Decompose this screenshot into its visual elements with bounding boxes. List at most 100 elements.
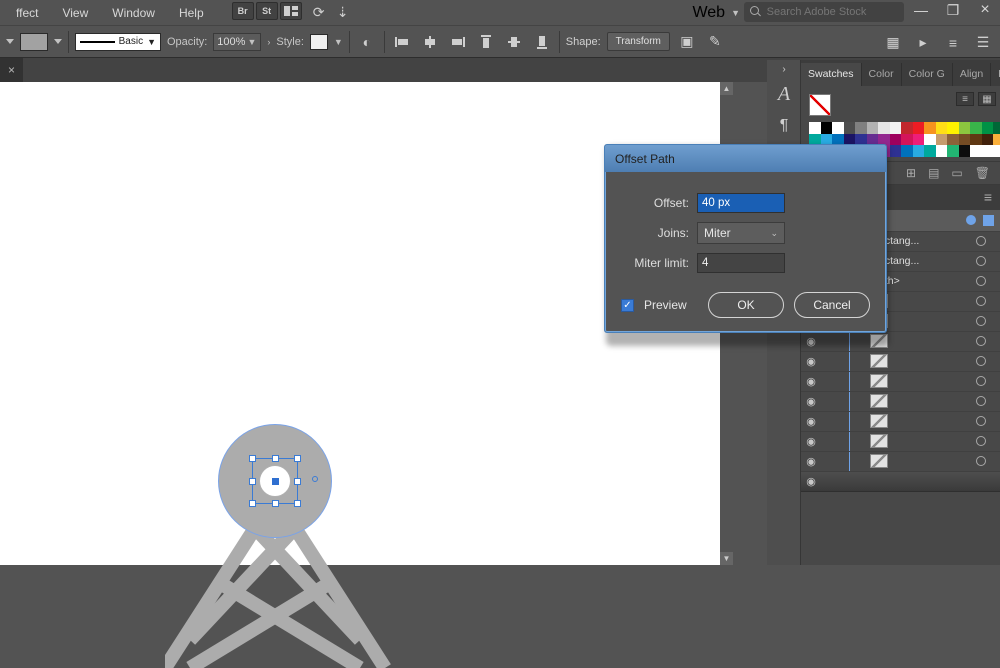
- joins-select[interactable]: Miter ⌄: [697, 222, 785, 244]
- character-panel-icon[interactable]: A: [767, 78, 801, 110]
- dialog-titlebar[interactable]: Offset Path: [605, 145, 886, 172]
- align-right-icon[interactable]: [447, 31, 469, 53]
- swatch-cell[interactable]: [890, 122, 902, 134]
- swatch-cell[interactable]: [993, 145, 1000, 157]
- swatch-options-icon[interactable]: ▤: [928, 166, 939, 180]
- list-view-icon[interactable]: ≡: [956, 92, 974, 106]
- tab-pathfinder[interactable]: Pathfin: [991, 63, 1000, 86]
- visibility-icon[interactable]: [801, 455, 821, 468]
- menu-help[interactable]: Help: [167, 2, 216, 24]
- swatch-cell[interactable]: [982, 122, 994, 134]
- recolor-icon[interactable]: ◐: [356, 31, 378, 53]
- swatch-cell[interactable]: [993, 122, 1000, 134]
- search-stock[interactable]: [744, 2, 904, 22]
- new-swatch-icon[interactable]: ▭: [951, 166, 962, 180]
- swatch-cell[interactable]: [936, 122, 948, 134]
- doc-preset-select[interactable]: Web ▼: [692, 0, 740, 25]
- swatch-cell[interactable]: [959, 122, 971, 134]
- visibility-icon[interactable]: [801, 435, 821, 448]
- selection-handle[interactable]: [249, 455, 256, 462]
- selection-handle[interactable]: [294, 455, 301, 462]
- tab-color-guide[interactable]: Color G: [902, 63, 953, 86]
- scroll-up-icon[interactable]: ▲: [720, 82, 733, 95]
- current-swatch[interactable]: [809, 94, 831, 116]
- chevron-down-icon[interactable]: ▼: [334, 37, 343, 47]
- align-left-icon[interactable]: [391, 31, 413, 53]
- stroke-profile[interactable]: Basic ▼: [75, 33, 161, 51]
- swatch-cell[interactable]: [924, 122, 936, 134]
- align-vcenter-icon[interactable]: [503, 31, 525, 53]
- fill-dropdown-icon[interactable]: [6, 39, 14, 44]
- target-icon[interactable]: [976, 336, 986, 346]
- swatch-libraries-icon[interactable]: ⊞: [906, 166, 916, 180]
- close-icon[interactable]: ×: [8, 63, 15, 77]
- selection-center[interactable]: [272, 478, 279, 485]
- fill-swatch[interactable]: [20, 33, 48, 51]
- swatch-cell[interactable]: [901, 134, 913, 146]
- swatch-cell[interactable]: [878, 122, 890, 134]
- layer-row[interactable]: [801, 392, 1000, 412]
- target-icon[interactable]: [976, 396, 986, 406]
- swatch-cell[interactable]: [844, 122, 856, 134]
- target-icon[interactable]: [976, 416, 986, 426]
- visibility-icon[interactable]: [801, 355, 821, 368]
- target-icon[interactable]: [976, 436, 986, 446]
- swatch-cell[interactable]: [855, 122, 867, 134]
- gpu-icon[interactable]: ⟳: [308, 2, 330, 24]
- target-icon[interactable]: [976, 256, 986, 266]
- swatch-cell[interactable]: [913, 134, 925, 146]
- opacity-field[interactable]: 100%▼: [213, 33, 261, 51]
- fill-opts-icon[interactable]: [54, 39, 62, 44]
- tab-swatches[interactable]: Swatches: [801, 63, 862, 86]
- ok-button[interactable]: OK: [708, 292, 784, 318]
- layer-row[interactable]: [801, 352, 1000, 372]
- sync-icon[interactable]: ⇣: [332, 2, 354, 24]
- swatch-cell[interactable]: [947, 145, 959, 157]
- align-top-icon[interactable]: [475, 31, 497, 53]
- rotation-handle[interactable]: [312, 476, 318, 482]
- selection-handle[interactable]: [272, 500, 279, 507]
- swatch-cell[interactable]: [959, 145, 971, 157]
- swatch-cell[interactable]: [993, 134, 1000, 146]
- swatch-cell[interactable]: [890, 134, 902, 146]
- preview-checkbox[interactable]: ✓: [621, 299, 634, 312]
- offset-input[interactable]: [697, 193, 785, 213]
- swatch-cell[interactable]: [832, 122, 844, 134]
- close-button[interactable]: ×: [974, 2, 996, 18]
- search-input[interactable]: [767, 6, 898, 18]
- target-icon[interactable]: [976, 296, 986, 306]
- grid-icon[interactable]: ▦: [882, 32, 904, 54]
- layer-row[interactable]: [801, 452, 1000, 472]
- prefs-icon[interactable]: ≡: [942, 32, 964, 54]
- snap-icon[interactable]: ▸: [912, 32, 934, 54]
- swatch-cell[interactable]: [924, 145, 936, 157]
- visibility-icon[interactable]: [801, 415, 821, 428]
- layer-row[interactable]: [801, 472, 1000, 492]
- target-icon[interactable]: [976, 376, 986, 386]
- menu-effect[interactable]: ffect: [4, 2, 50, 24]
- swatch-cell[interactable]: [959, 134, 971, 146]
- swatch-cell[interactable]: [936, 134, 948, 146]
- target-icon[interactable]: [966, 215, 976, 225]
- visibility-icon[interactable]: [801, 475, 821, 488]
- selection-handle[interactable]: [249, 478, 256, 485]
- swatch-cell[interactable]: [982, 134, 994, 146]
- swatch-cell[interactable]: [913, 145, 925, 157]
- swatch-cell[interactable]: [809, 122, 821, 134]
- expand-icon[interactable]: ›: [767, 60, 801, 78]
- swatch-cell[interactable]: [821, 122, 833, 134]
- selection-handle[interactable]: [294, 500, 301, 507]
- selection-handle[interactable]: [294, 478, 301, 485]
- style-swatch[interactable]: [310, 34, 328, 50]
- minimize-button[interactable]: —: [910, 2, 932, 18]
- paragraph-panel-icon[interactable]: ¶: [767, 110, 801, 142]
- edit-icon[interactable]: ✎: [704, 31, 726, 53]
- swatch-cell[interactable]: [970, 122, 982, 134]
- selection-handle[interactable]: [249, 500, 256, 507]
- miter-input[interactable]: [697, 253, 785, 273]
- align-hcenter-icon[interactable]: [419, 31, 441, 53]
- trash-icon[interactable]: 🗑: [975, 166, 990, 180]
- target-icon[interactable]: [976, 316, 986, 326]
- swatch-cell[interactable]: [947, 134, 959, 146]
- document-tab[interactable]: ×: [0, 58, 23, 82]
